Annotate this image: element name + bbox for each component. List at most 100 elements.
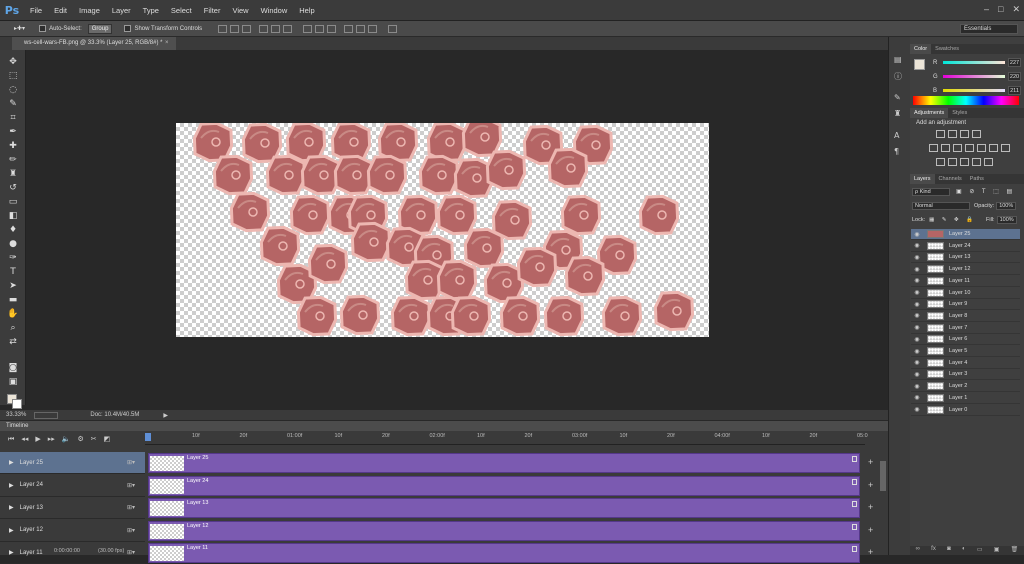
layer-row[interactable]: ◉ Layer 2: [911, 381, 1020, 393]
go-to-first-frame-icon[interactable]: ⏮: [8, 435, 14, 444]
menu-edit[interactable]: Edit: [48, 6, 73, 15]
threshold-icon[interactable]: [960, 158, 969, 166]
black-white-icon[interactable]: [965, 144, 974, 152]
invert-icon[interactable]: [936, 158, 945, 166]
add-media-icon[interactable]: +: [868, 525, 876, 535]
align-bottom-icon[interactable]: [242, 24, 252, 33]
photo-filter-icon[interactable]: [977, 144, 986, 152]
new-group-icon[interactable]: ▭: [977, 546, 983, 555]
channel-value[interactable]: 220: [1008, 72, 1021, 81]
distribute-left-icon[interactable]: [344, 24, 354, 33]
menu-type[interactable]: Type: [137, 6, 165, 15]
fill-field[interactable]: 100%: [996, 215, 1017, 224]
video-clip[interactable]: Layer 11: [148, 543, 860, 563]
channel-value[interactable]: 211: [1008, 86, 1021, 95]
brightness-contrast-icon[interactable]: [936, 130, 945, 138]
visibility-eye-icon[interactable]: ◉: [911, 289, 923, 296]
screen-mode-icon[interactable]: ▣: [7, 376, 19, 388]
delete-layer-icon[interactable]: 🗑: [1011, 546, 1019, 555]
video-clip[interactable]: Layer 25: [148, 453, 860, 473]
timeline-tab[interactable]: Timeline: [0, 421, 888, 431]
track-menu-icon[interactable]: ⊞▾: [127, 504, 135, 511]
paint-bucket-tool-icon[interactable]: ◧: [7, 210, 19, 222]
color-lookup-icon[interactable]: [1001, 144, 1010, 152]
next-frame-icon[interactable]: ▸▸: [48, 435, 55, 443]
video-clip[interactable]: Layer 13: [148, 498, 860, 518]
hue-saturation-icon[interactable]: [941, 144, 950, 152]
split-clip-icon[interactable]: ✂: [91, 435, 97, 443]
add-mask-icon[interactable]: ◙: [947, 546, 951, 555]
tab-paths[interactable]: Paths: [966, 174, 988, 184]
previous-frame-icon[interactable]: ◂◂: [21, 435, 28, 443]
layer-row[interactable]: ◉ Layer 11: [911, 276, 1020, 287]
track-label[interactable]: ▶ Layer 24 ⊞▾: [0, 475, 145, 497]
marquee-tool-icon[interactable]: ⬚: [7, 70, 19, 82]
new-layer-icon[interactable]: ▣: [994, 546, 1000, 555]
quick-select-tool-icon[interactable]: ✎: [7, 98, 19, 110]
track-menu-icon[interactable]: ⊞▾: [127, 482, 135, 489]
layer-row[interactable]: ◉ Layer 1: [911, 393, 1020, 404]
layer-row[interactable]: ◉ Layer 8: [911, 311, 1020, 322]
layer-style-icon[interactable]: fx: [931, 546, 936, 555]
move-tool-preset-icon[interactable]: ▸✚▾: [14, 25, 25, 32]
menu-help[interactable]: Help: [293, 6, 320, 15]
timeline-track[interactable]: ▶ Layer 24 ⊞▾ Layer 24 +: [0, 475, 873, 497]
menu-filter[interactable]: Filter: [198, 6, 227, 15]
curves-icon[interactable]: [960, 130, 969, 138]
history-panel-icon[interactable]: ▤: [894, 55, 906, 65]
checkbox-box[interactable]: [39, 25, 47, 32]
zoom-tool-icon[interactable]: ⌕: [7, 322, 19, 334]
visibility-eye-icon[interactable]: ◉: [911, 371, 923, 378]
playhead[interactable]: [145, 433, 151, 441]
tab-styles[interactable]: Styles: [948, 108, 971, 118]
play-icon[interactable]: ▶: [35, 435, 40, 443]
history-brush-tool-icon[interactable]: ↺: [7, 182, 19, 194]
selective-color-icon[interactable]: [972, 158, 981, 166]
timeline-track[interactable]: ▶ Layer 13 ⊞▾ Layer 13 +: [0, 497, 873, 519]
menu-select[interactable]: Select: [165, 6, 198, 15]
track-menu-icon[interactable]: ⊞▾: [127, 459, 135, 466]
expand-track-icon[interactable]: ▶: [9, 459, 14, 466]
brush-tool-icon[interactable]: ✏: [7, 154, 19, 166]
zoom-level[interactable]: 33.33%: [6, 412, 26, 418]
properties-panel-icon[interactable]: ⓘ: [894, 71, 906, 81]
lasso-tool-icon[interactable]: ◌: [7, 84, 19, 96]
eraser-tool-icon[interactable]: ▭: [7, 196, 19, 208]
opacity-field[interactable]: 100%: [996, 201, 1017, 210]
type-tool-icon[interactable]: T: [7, 266, 19, 278]
layer-kind-filter[interactable]: ρ Kind: [912, 187, 950, 196]
pen-tool-icon[interactable]: ✑: [7, 252, 19, 264]
posterize-icon[interactable]: [948, 158, 957, 166]
menu-layer[interactable]: Layer: [106, 6, 137, 15]
character-panel-icon[interactable]: A: [894, 131, 906, 141]
clip-end-icon[interactable]: [852, 456, 857, 462]
checkbox-box[interactable]: [124, 25, 132, 32]
timeline-track[interactable]: ▶ Layer 25 ⊞▾ Layer 25 +: [0, 452, 873, 474]
distribute-hcenter-icon[interactable]: [356, 24, 366, 33]
visibility-eye-icon[interactable]: ◉: [911, 301, 923, 308]
adjustment-layer-icon[interactable]: ◐: [962, 546, 966, 555]
channel-track[interactable]: [943, 61, 1005, 64]
layer-row[interactable]: ◉ Layer 6: [911, 334, 1020, 346]
dodge-tool-icon[interactable]: ●: [7, 238, 19, 250]
timeline-ruler[interactable]: 10f 20f 01:00f 10f 20f 02:00f 10f 20f 03:00f 10f 2…: [145, 431, 868, 445]
auto-align-icon[interactable]: [388, 24, 398, 33]
tab-layers[interactable]: Layers: [910, 174, 935, 184]
layer-row[interactable]: ◉ Layer 5: [911, 346, 1020, 357]
close-button[interactable]: ✕: [1012, 4, 1020, 15]
swap-colors-icon[interactable]: ⇄: [7, 336, 19, 348]
clip-end-icon[interactable]: [852, 478, 857, 485]
menu-image[interactable]: Image: [73, 6, 106, 15]
eyedropper-tool-icon[interactable]: ✒: [7, 126, 19, 138]
video-clip[interactable]: Layer 12: [148, 520, 860, 541]
track-label[interactable]: ▶ Layer 12 ⊞▾: [0, 520, 145, 542]
vibrance-icon[interactable]: [929, 144, 938, 152]
background-color-swatch[interactable]: [12, 399, 22, 409]
track-menu-icon[interactable]: ⊞▾: [127, 527, 135, 534]
visibility-eye-icon[interactable]: ◉: [911, 336, 923, 343]
brush-panel-icon[interactable]: ✎: [894, 93, 906, 103]
clip-end-icon[interactable]: [852, 501, 857, 507]
document-canvas[interactable]: [176, 123, 709, 337]
distribute-right-icon[interactable]: [368, 24, 378, 33]
menu-file[interactable]: File: [24, 6, 48, 15]
